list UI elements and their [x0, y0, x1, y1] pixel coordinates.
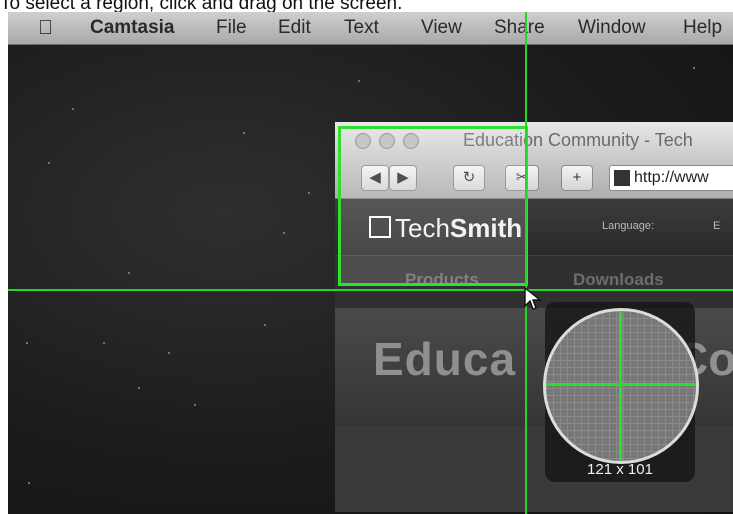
star: [103, 342, 105, 344]
address-text: http://www: [634, 169, 709, 186]
menu-view[interactable]: View: [421, 17, 462, 39]
magnifier-crosshair-vertical: [619, 311, 622, 461]
menu-window[interactable]: Window: [578, 17, 646, 39]
hero-heading: Educa: [373, 333, 517, 385]
star: [28, 482, 30, 484]
menu-text[interactable]: Text: [344, 17, 379, 39]
star: [138, 387, 140, 389]
menu-file[interactable]: File: [216, 17, 247, 39]
menu-camtasia[interactable]: Camtasia: [90, 17, 175, 39]
language-selector[interactable]: E: [713, 220, 720, 232]
selection-dimensions: 121 x 101: [587, 461, 653, 478]
address-bar[interactable]: http://www: [609, 165, 733, 191]
nav-downloads[interactable]: Downloads: [573, 270, 664, 290]
star: [308, 192, 310, 194]
selection-region[interactable]: [338, 126, 528, 286]
star: [243, 132, 245, 134]
menu-help[interactable]: Help: [683, 17, 722, 39]
star: [72, 108, 74, 110]
star: [168, 352, 170, 354]
star: [358, 80, 360, 82]
apple-menu-icon[interactable]: : [38, 17, 53, 40]
crosshair-vertical-line: [525, 12, 527, 514]
add-bookmark-button[interactable]: +: [561, 165, 593, 191]
menu-share[interactable]: Share: [494, 17, 545, 39]
crosshair-horizontal-line: [8, 289, 733, 291]
star: [693, 67, 695, 69]
language-label: Language:: [602, 220, 654, 232]
star: [264, 324, 266, 326]
menu-bar:  Camtasia File Edit Text View Share Win…: [8, 12, 733, 45]
star: [194, 404, 196, 406]
star: [128, 272, 130, 274]
star: [26, 342, 28, 344]
magnifier-loupe: [543, 308, 699, 464]
star: [283, 232, 285, 234]
site-favicon-icon: [614, 170, 630, 186]
menu-edit[interactable]: Edit: [278, 17, 311, 39]
star: [48, 162, 50, 164]
mouse-pointer-icon: [524, 286, 542, 310]
